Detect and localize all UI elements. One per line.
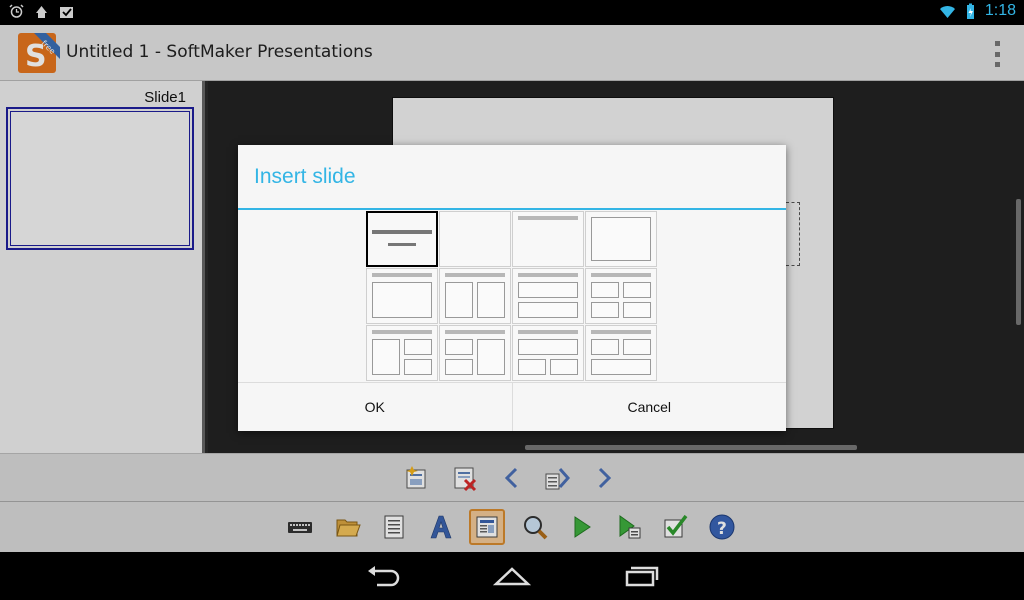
- dialog-buttons: OK Cancel: [238, 382, 786, 431]
- layout-grid: [366, 211, 659, 382]
- task-icon: [60, 7, 73, 18]
- layout-title-slide[interactable]: [366, 211, 438, 267]
- layout-title-content[interactable]: [366, 268, 438, 324]
- wifi-icon: [939, 5, 955, 18]
- layout-title-two-rows[interactable]: [512, 268, 584, 324]
- alarm-icon: [9, 4, 24, 18]
- layout-title-two-content[interactable]: [439, 268, 511, 324]
- layout-blank[interactable]: [439, 211, 511, 267]
- dialog-title: Insert slide: [254, 165, 356, 188]
- layout-two-left-content[interactable]: [439, 325, 511, 381]
- battery-charging-icon: [966, 3, 974, 19]
- home-icon[interactable]: [492, 562, 532, 590]
- navigation-bar: [0, 552, 1024, 600]
- download-icon: [36, 6, 47, 18]
- layout-two-top-content[interactable]: [585, 325, 657, 381]
- clock: 1:18: [984, 2, 1016, 19]
- insert-slide-dialog: Insert slide OK Cancel: [238, 145, 786, 431]
- layout-title-only[interactable]: [512, 211, 584, 267]
- ok-button[interactable]: OK: [238, 383, 512, 431]
- recent-apps-icon[interactable]: [620, 562, 660, 590]
- status-bar: 1:18: [0, 0, 1024, 25]
- layout-title-content-two-bottom[interactable]: [512, 325, 584, 381]
- layout-content-only[interactable]: [585, 211, 657, 267]
- back-icon[interactable]: [364, 562, 404, 590]
- layout-title-four-content[interactable]: [585, 268, 657, 324]
- dialog-divider: [238, 208, 786, 210]
- cancel-button[interactable]: Cancel: [511, 383, 787, 431]
- layout-title-content-two-right[interactable]: [366, 325, 438, 381]
